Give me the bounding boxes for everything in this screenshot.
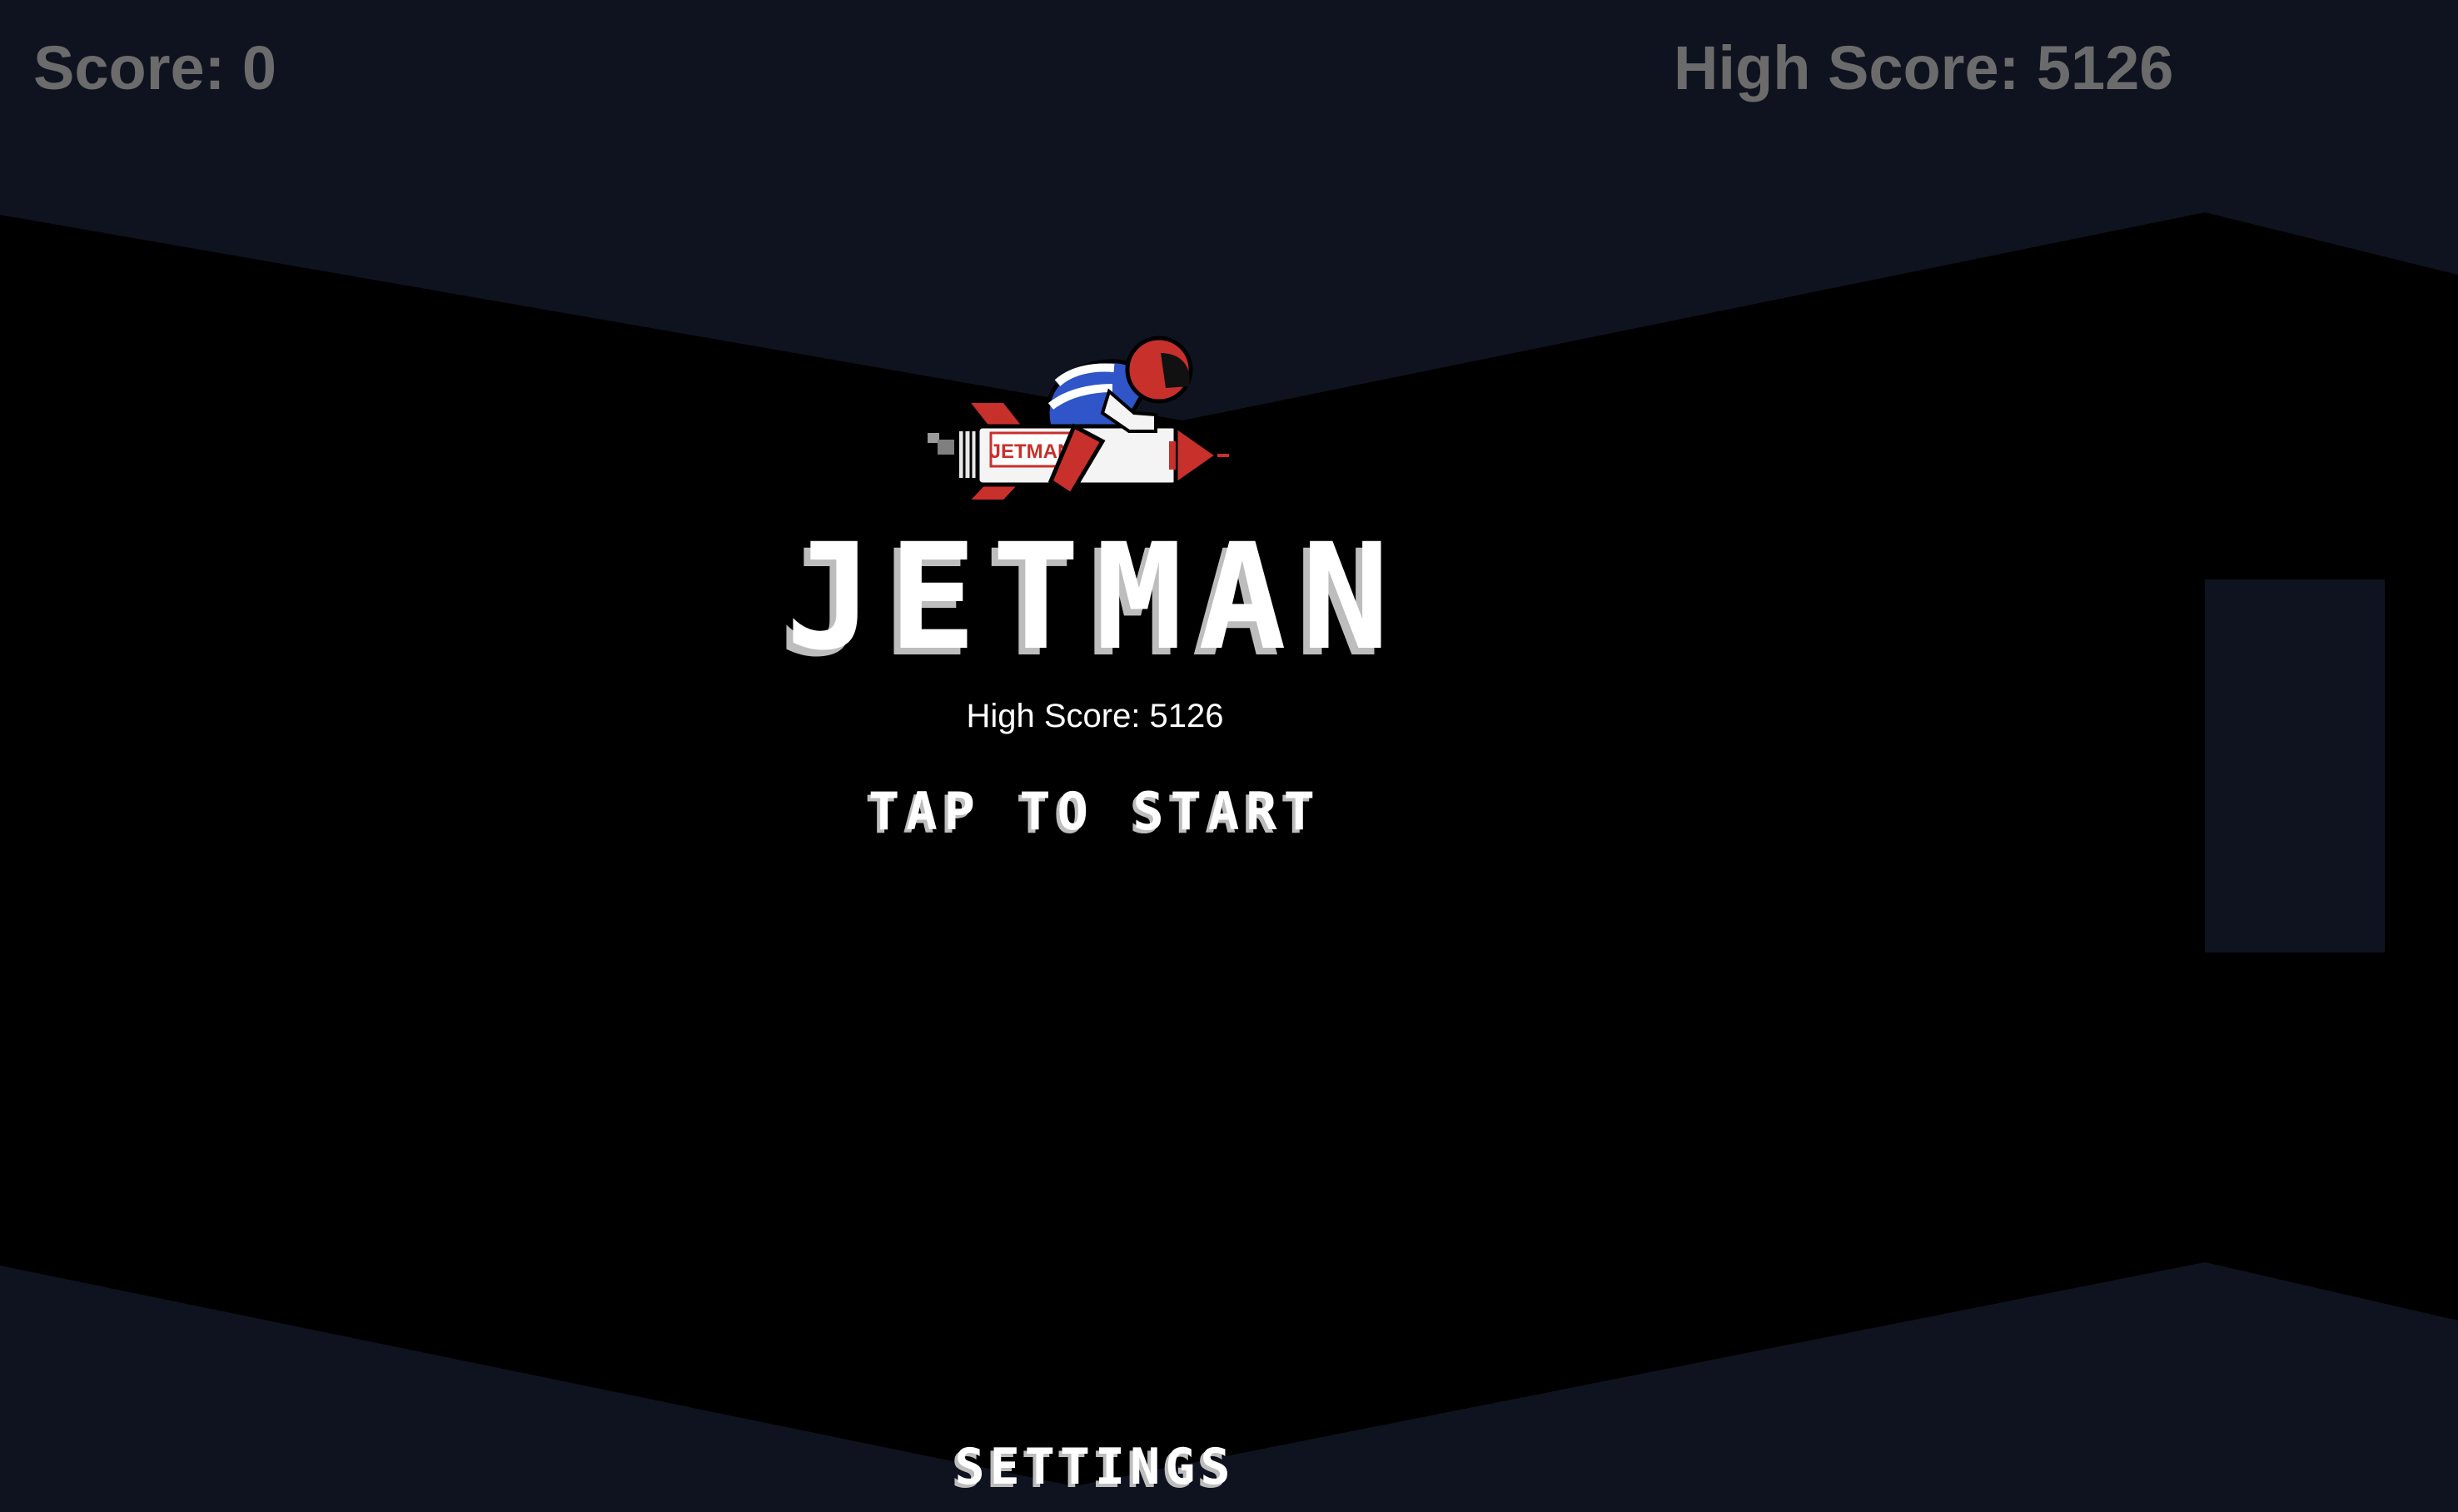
menu-high-score: High Score: 5126 [966,698,1224,734]
high-score-display: High Score: 5126 [1674,33,2174,102]
game-canvas[interactable] [0,0,2458,1512]
jetman-rider-icon: JETMAN [928,336,1229,503]
game-title: JETMAN [785,512,1405,683]
obstacle-pillar [2205,579,2385,952]
score-display: Score: 0 [33,33,277,102]
start-button[interactable]: TAP TO START [0,778,2190,845]
settings-button[interactable]: SETTINGS [0,1435,2190,1499]
